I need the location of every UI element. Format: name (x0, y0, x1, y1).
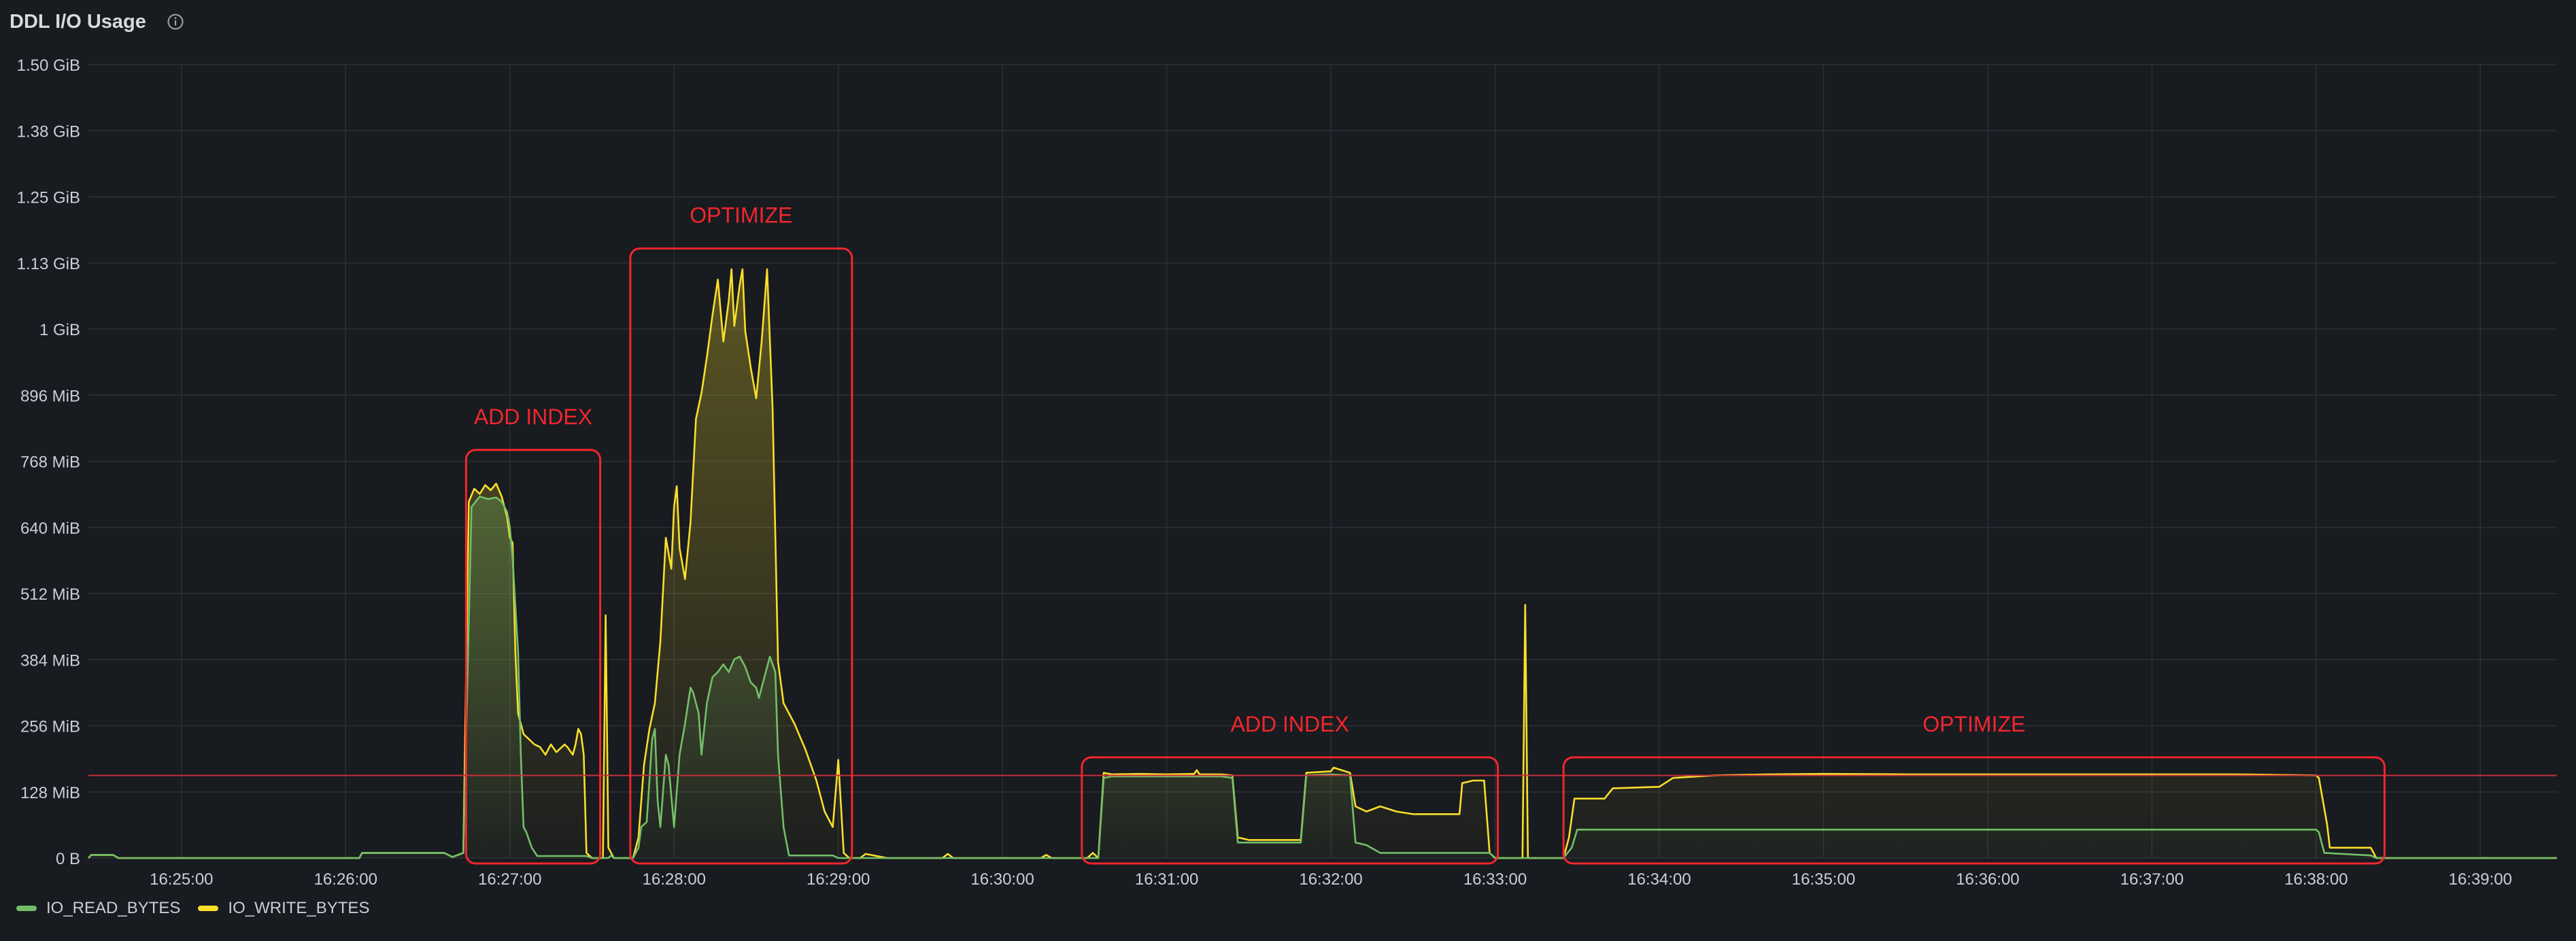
x-tick-label: 16:33:00 (1463, 870, 1527, 889)
line-chart: 0 B 128 MiB 256 MiB 384 MiB 512 MiB 640 MiB 76… (17, 56, 2557, 889)
y-tick-label: 768 MiB (20, 454, 80, 472)
legend-swatch-write (198, 906, 219, 911)
x-tick-label: 16:31:00 (1135, 870, 1198, 889)
series-lines (88, 268, 2557, 859)
series-line-io-write-bytes[interactable] (88, 268, 2557, 859)
annotation-label: OPTIMIZE (1922, 712, 2025, 736)
y-tick-label: 1 GiB (39, 321, 80, 339)
y-tick-label: 1.13 GiB (17, 255, 80, 273)
legend-label-read: IO_READ_BYTES (46, 899, 181, 917)
series-area-io-write-bytes (88, 269, 2557, 858)
annotation-label: ADD INDEX (474, 405, 592, 429)
legend-item-read[interactable]: IO_READ_BYTES (16, 899, 180, 918)
x-tick-label: 16:34:00 (1627, 870, 1691, 889)
y-tick-label: 512 MiB (20, 585, 80, 604)
series-areas (88, 269, 2557, 858)
legend: IO_READ_BYTES IO_WRITE_BYTES (16, 899, 369, 918)
annotation-label: ADD INDEX (1231, 712, 1349, 736)
y-axis: 0 B 128 MiB 256 MiB 384 MiB 512 MiB 640 MiB 76… (17, 56, 80, 868)
x-tick-label: 16:36:00 (1956, 870, 2019, 889)
y-tick-label: 640 MiB (20, 519, 80, 538)
y-tick-label: 1.38 GiB (17, 122, 80, 141)
grid (88, 64, 2557, 859)
annotation-label: OPTIMIZE (690, 203, 792, 227)
y-tick-label: 384 MiB (20, 651, 80, 670)
x-tick-label: 16:25:00 (150, 870, 213, 889)
legend-label-write: IO_WRITE_BYTES (228, 899, 370, 917)
x-axis: 16:25:00 16:26:00 16:27:00 16:28:00 16:29:00… (150, 870, 2512, 889)
y-tick-label: 0 B (56, 850, 80, 868)
x-tick-label: 16:30:00 (970, 870, 1034, 889)
y-tick-label: 896 MiB (20, 387, 80, 405)
x-tick-label: 16:38:00 (2284, 870, 2348, 889)
x-tick-label: 16:32:00 (1299, 870, 1362, 889)
x-tick-label: 16:27:00 (478, 870, 541, 889)
x-tick-label: 16:28:00 (643, 870, 706, 889)
x-tick-label: 16:26:00 (314, 870, 377, 889)
y-tick-label: 128 MiB (20, 784, 80, 802)
x-tick-label: 16:35:00 (1792, 870, 1855, 889)
x-tick-label: 16:37:00 (2120, 870, 2184, 889)
legend-item-write[interactable]: IO_WRITE_BYTES (198, 899, 369, 918)
y-tick-label: 1.50 GiB (17, 56, 80, 75)
y-tick-label: 256 MiB (20, 718, 80, 736)
x-tick-label: 16:29:00 (807, 870, 870, 889)
x-tick-label: 16:39:00 (2449, 870, 2512, 889)
y-tick-label: 1.25 GiB (17, 189, 80, 207)
legend-swatch-read (16, 906, 37, 911)
